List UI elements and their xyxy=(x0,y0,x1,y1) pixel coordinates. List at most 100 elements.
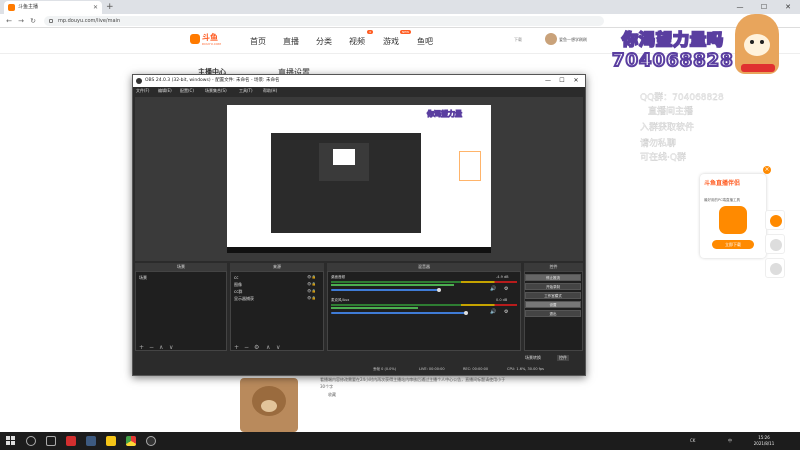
settings-button[interactable]: 设置 xyxy=(525,301,581,308)
nav-category[interactable]: 分类 xyxy=(316,36,332,47)
logo-sub: DOUYU.COM xyxy=(202,42,221,46)
maximize-button[interactable]: ☐ xyxy=(752,0,776,14)
download-link[interactable]: 下载 xyxy=(514,37,522,43)
scenes-dock: 场景 + − ∧ ∨ xyxy=(135,271,227,351)
float-play-button[interactable] xyxy=(765,210,785,230)
task-view-icon[interactable] xyxy=(46,436,56,446)
scene-item[interactable]: 场景 xyxy=(139,275,147,281)
eye-lock-icon[interactable]: 👁🔒 xyxy=(307,296,316,300)
menu-edit[interactable]: 编辑(E) xyxy=(158,88,172,94)
forward-arrow-icon[interactable]: → xyxy=(16,15,26,27)
exit-button[interactable]: 退出 xyxy=(525,310,581,317)
douyu-logo[interactable]: 斗鱼 DOUYU.COM xyxy=(190,32,226,48)
menu-profile[interactable]: 配置(C) xyxy=(180,88,194,94)
eye-lock-icon[interactable]: 👁🔒 xyxy=(307,282,316,286)
stop-stream-button[interactable]: 停止推流 xyxy=(525,274,581,281)
remove-source-button[interactable]: − xyxy=(244,344,249,351)
back-arrow-icon[interactable]: ← xyxy=(4,15,14,27)
volume-knob[interactable] xyxy=(464,311,468,315)
eye-lock-icon[interactable]: 👁🔒 xyxy=(307,275,316,279)
new-tab-button[interactable]: + xyxy=(106,0,114,14)
nav-video[interactable]: 视频 xyxy=(349,36,365,47)
reload-icon[interactable]: ↻ xyxy=(28,15,38,27)
tab-scene-transitions[interactable]: 场景转换 xyxy=(525,355,541,361)
speaker-icon[interactable]: 🔊 xyxy=(490,286,496,292)
float-top-button[interactable] xyxy=(765,258,785,278)
menu-file[interactable]: 文件(F) xyxy=(136,88,149,94)
obs-preview[interactable]: 你渴望力量 xyxy=(227,105,491,253)
game-badge: NEW xyxy=(400,30,412,34)
nav-yuba[interactable]: 鱼吧 xyxy=(417,36,433,47)
close-window-button[interactable]: ✕ xyxy=(776,0,800,14)
ad-title: 斗鱼直播伴侣 xyxy=(704,180,741,187)
app-icon[interactable] xyxy=(66,436,76,446)
ghost-text-1: QQ群：704068828 xyxy=(640,93,724,103)
chrome-icon[interactable] xyxy=(126,436,136,446)
obs-title-bar[interactable]: OBS 24.0.3 (32-bit, windows) - 配置文件: 未命名… xyxy=(133,75,585,87)
nav-home[interactable]: 首页 xyxy=(250,36,266,47)
scene-up-button[interactable]: ∧ xyxy=(159,344,163,351)
browser-tab[interactable]: 斗鱼主播 ✕ xyxy=(4,1,102,14)
clock-date: 2021/8/11 xyxy=(753,441,775,446)
url-text: mp.douyu.com/live/main xyxy=(58,18,121,24)
menu-tools[interactable]: 工具(T) xyxy=(239,88,253,94)
obs-taskbar-icon[interactable] xyxy=(146,436,156,446)
minimize-button[interactable]: — xyxy=(728,0,752,14)
url-input[interactable]: mp.douyu.com/live/main xyxy=(44,16,604,26)
eye-lock-icon[interactable]: 👁🔒 xyxy=(307,289,316,293)
taskbar-clock[interactable]: 15:26 2021/8/11 xyxy=(746,435,782,447)
page-lower-section: 看播端内容修改需要在24小时内再次获得主播站内审核后通过主播个人中心公告，直播间… xyxy=(240,376,514,432)
float-home-button[interactable] xyxy=(765,234,785,254)
remove-scene-button[interactable]: − xyxy=(149,344,154,351)
user-name[interactable]: 爱鱼—想学刷刷 xyxy=(559,37,587,43)
windows-start-icon[interactable] xyxy=(6,436,16,446)
obs-maximize-button[interactable]: ☐ xyxy=(555,75,569,87)
ad-download-button[interactable]: 立即下载 xyxy=(712,240,754,249)
favorite-link[interactable]: 收藏 xyxy=(328,392,336,398)
menu-help[interactable]: 帮助(H) xyxy=(263,88,277,94)
add-scene-button[interactable]: + xyxy=(139,344,144,351)
douyu-favicon-icon xyxy=(8,4,15,11)
source-up-button[interactable]: ∧ xyxy=(266,344,270,351)
fish-logo-icon xyxy=(190,34,200,44)
nav-game[interactable]: 游戏 xyxy=(383,36,399,47)
mixer-dock-title: 混音器 xyxy=(327,263,521,271)
volume-knob[interactable] xyxy=(437,288,441,292)
audio-level xyxy=(331,307,418,309)
gear-icon[interactable]: ⚙ xyxy=(254,344,259,351)
mixer-channel-db: 0.0 dB xyxy=(496,298,508,302)
volume-slider[interactable] xyxy=(331,312,466,314)
obs-minimize-button[interactable]: — xyxy=(541,75,555,87)
close-tab-icon[interactable]: ✕ xyxy=(93,1,98,14)
studio-mode-button[interactable]: 工作室模式 xyxy=(525,292,581,299)
scene-down-button[interactable]: ∨ xyxy=(169,344,173,351)
source-item[interactable]: 图像 xyxy=(234,282,242,288)
ad-close-button[interactable]: × xyxy=(763,166,771,174)
obs-close-button[interactable]: ✕ xyxy=(569,75,583,87)
folder-icon[interactable] xyxy=(106,436,116,446)
ime-indicator[interactable]: 中 xyxy=(728,438,732,444)
steam-icon[interactable] xyxy=(86,436,96,446)
gear-icon[interactable]: ⚙ xyxy=(504,309,508,315)
search-icon[interactable] xyxy=(26,436,36,446)
ghost-text-3: 入群获取软件 xyxy=(640,123,695,133)
source-item[interactable]: cc群 xyxy=(234,289,242,295)
mixer-channel-label: 麦克风/Aux xyxy=(331,298,350,302)
app-ad-card[interactable]: 斗鱼直播伴侣 最好用的PC端直播工具 立即下载 xyxy=(700,174,766,258)
nav-live[interactable]: 直播 xyxy=(283,36,299,47)
menu-scene-collection[interactable]: 场景集合(S) xyxy=(205,88,227,94)
mixer-channel-db: -4.9 dB xyxy=(496,275,509,279)
user-avatar[interactable] xyxy=(545,33,557,45)
tab-controls[interactable]: 控件 xyxy=(557,355,569,361)
source-item[interactable]: cc xyxy=(234,275,238,280)
volume-slider[interactable] xyxy=(331,289,439,291)
obs-title: OBS 24.0.3 (32-bit, windows) - 配置文件: 未命名… xyxy=(145,78,280,83)
speaker-icon[interactable]: 🔊 xyxy=(490,309,496,315)
start-recording-button[interactable]: 开始录制 xyxy=(525,283,581,290)
tray-text[interactable]: CK xyxy=(690,438,695,443)
source-item[interactable]: 显示器捕获 xyxy=(234,296,254,302)
source-down-button[interactable]: ∨ xyxy=(276,344,280,351)
ghost-text-2: 直播间主播 xyxy=(648,107,694,117)
add-source-button[interactable]: + xyxy=(234,344,239,351)
gear-icon[interactable]: ⚙ xyxy=(504,286,508,292)
